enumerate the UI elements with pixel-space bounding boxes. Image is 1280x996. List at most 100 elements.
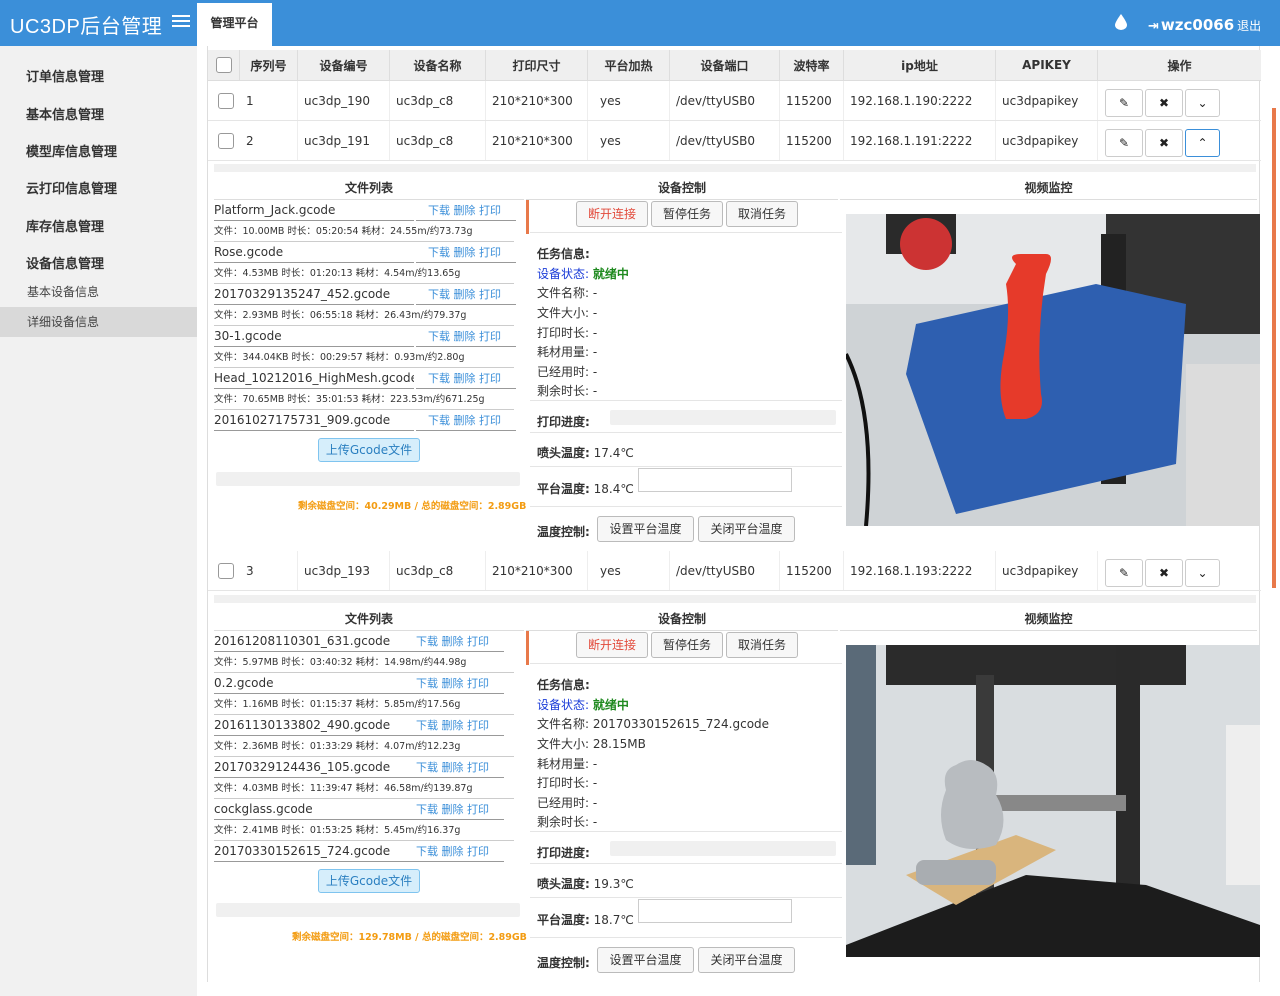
pause-task-button[interactable]: 暂停任务	[651, 201, 723, 227]
file-name[interactable]: 0.2.gcode	[214, 673, 414, 694]
file-name[interactable]: Platform_Jack.gcode	[214, 200, 414, 221]
sidebar-sub-detail-device[interactable]: 详细设备信息	[0, 307, 197, 337]
file-actions[interactable]: 下载 删除 打印	[404, 757, 504, 778]
edit-button[interactable]: ✎	[1105, 129, 1143, 157]
sidebar-item-cloud-print[interactable]: 云打印信息管理	[26, 178, 117, 197]
disconnect-button[interactable]: 断开连接	[576, 632, 648, 658]
logout-link[interactable]: 退出	[1237, 19, 1261, 33]
sidebar-item-orders[interactable]: 订单信息管理	[26, 66, 104, 85]
cell-ip: 192.168.1.191:2222	[844, 121, 996, 160]
row-checkbox-cell	[208, 121, 240, 160]
tab-management[interactable]: 管理平台	[197, 3, 272, 46]
delete-button[interactable]: ✖	[1145, 559, 1183, 587]
file-actions[interactable]: 下载 删除 打印	[416, 326, 516, 347]
select-all-checkbox[interactable]	[215, 57, 232, 73]
edit-icon: ✎	[1118, 96, 1130, 110]
file-name[interactable]: 20170329124436_105.gcode	[214, 757, 414, 778]
cancel-task-button[interactable]: 取消任务	[726, 201, 798, 227]
info-line: 文件名称: 20170330152615_724.gcode	[537, 717, 770, 731]
close-icon: ✖	[1158, 136, 1170, 150]
file-name[interactable]: 20170330152615_724.gcode	[214, 841, 414, 862]
close-bed-temp-button[interactable]: 关闭平台温度	[698, 947, 795, 973]
set-bed-temp-button[interactable]: 设置平台温度	[597, 516, 694, 542]
file-name[interactable]: 20161130133802_490.gcode	[214, 715, 414, 736]
cell-apikey: uc3dpapikey	[996, 81, 1098, 120]
table-header: 序列号 设备编号 设备名称 打印尺寸 平台加热 设备端口 波特率 ip地址 AP…	[208, 50, 1261, 81]
divider	[530, 897, 842, 898]
info-line: 文件大小: -	[537, 306, 598, 320]
row-checkbox[interactable]	[218, 562, 234, 579]
cell-ip: 192.168.1.193:2222	[844, 551, 996, 590]
file-info: 文件：344.04KB 时长：00:29:57 耗材：0.93m/约2.80g	[214, 347, 514, 368]
file-name[interactable]: Head_10212016_HighMesh.gcode	[214, 368, 414, 389]
edit-button[interactable]: ✎	[1105, 559, 1143, 587]
col-header-bed-heat: 平台加热	[588, 50, 670, 80]
sidebar-item-models[interactable]: 模型库信息管理	[26, 141, 117, 160]
bed-temp-input[interactable]	[638, 899, 792, 923]
menu-icon[interactable]	[172, 12, 190, 30]
upload-gcode-button[interactable]: 上传Gcode文件	[318, 869, 420, 893]
file-info: 文件：2.41MB 时长：01:53:25 耗材：5.45m/约16.37g	[214, 820, 514, 841]
file-actions[interactable]: 下载 删除 打印	[404, 841, 504, 862]
row-checkbox[interactable]	[218, 92, 234, 109]
set-bed-temp-button[interactable]: 设置平台温度	[597, 947, 694, 973]
user-area[interactable]: ⇥ wzc0066 退出	[1148, 16, 1261, 34]
sidebar-item-inventory[interactable]: 库存信息管理	[26, 216, 104, 235]
brand-title: UC3DP后台管理	[10, 16, 163, 38]
file-actions[interactable]: 下载 删除 打印	[404, 631, 504, 652]
expand-button[interactable]: ⌄	[1185, 559, 1220, 587]
divider	[530, 663, 842, 664]
divider	[530, 506, 842, 507]
cancel-task-button[interactable]: 取消任务	[726, 632, 798, 658]
file-actions[interactable]: 下载 删除 打印	[416, 410, 516, 431]
file-actions[interactable]: 下载 删除 打印	[416, 242, 516, 263]
file-name[interactable]: 20161027175731_909.gcode	[214, 410, 414, 431]
delete-button[interactable]: ✖	[1145, 89, 1183, 117]
edit-button[interactable]: ✎	[1105, 89, 1143, 117]
task-info-label: 任务信息:	[537, 247, 590, 261]
file-name[interactable]: Rose.gcode	[214, 242, 414, 263]
cell-device-id: uc3dp_190	[298, 81, 390, 120]
bed-temp-input[interactable]	[638, 468, 792, 492]
file-actions[interactable]: 下载 删除 打印	[416, 200, 516, 221]
collapse-button[interactable]: ⌃	[1185, 129, 1220, 157]
edit-icon: ✎	[1118, 136, 1130, 150]
col-header-serial: 序列号	[240, 50, 298, 80]
file-name[interactable]: cockglass.gcode	[214, 799, 414, 820]
delete-button[interactable]: ✖	[1145, 129, 1183, 157]
cell-print-size: 210*210*300	[486, 121, 588, 160]
upload-gcode-button[interactable]: 上传Gcode文件	[318, 438, 420, 462]
file-info: 文件：4.53MB 时长：01:20:13 耗材：4.54m/约13.65g	[214, 263, 514, 284]
info-line: 已经用时: -	[537, 365, 598, 379]
expand-button[interactable]: ⌄	[1185, 89, 1220, 117]
pause-task-button[interactable]: 暂停任务	[651, 632, 723, 658]
cell-apikey: uc3dpapikey	[996, 551, 1098, 590]
ctrl-title: 设备控制	[526, 607, 838, 631]
cell-bed-heat: yes	[588, 121, 670, 160]
file-name[interactable]: 20161208110301_631.gcode	[214, 631, 414, 652]
row-checkbox[interactable]	[218, 132, 234, 149]
sidebar-item-basic[interactable]: 基本信息管理	[26, 104, 104, 123]
file-info: 文件：70.65MB 时长：35:01:53 耗材：223.53m/约671.2…	[214, 389, 514, 410]
divider	[530, 937, 842, 938]
file-actions[interactable]: 下载 删除 打印	[416, 368, 516, 389]
file-actions[interactable]: 下载 删除 打印	[404, 715, 504, 736]
cell-device-name: uc3dp_c8	[390, 551, 486, 590]
file-info: 文件：5.97MB 时长：03:40:32 耗材：14.98m/约44.98g	[214, 652, 514, 673]
close-bed-temp-button[interactable]: 关闭平台温度	[698, 516, 795, 542]
file-actions[interactable]: 下载 删除 打印	[404, 799, 504, 820]
file-actions[interactable]: 下载 删除 打印	[416, 284, 516, 305]
file-name[interactable]: 30-1.gcode	[214, 326, 414, 347]
progress-label: 打印进度:	[537, 415, 590, 429]
cell-bed-heat: yes	[588, 551, 670, 590]
file-name[interactable]: 20170329135247_452.gcode	[214, 284, 414, 305]
disconnect-button[interactable]: 断开连接	[576, 201, 648, 227]
panel-divider	[526, 200, 529, 234]
col-header-device-name: 设备名称	[390, 50, 486, 80]
info-line: 打印时长: -	[537, 326, 598, 340]
sidebar-item-devices[interactable]: 设备信息管理	[26, 253, 104, 272]
file-actions[interactable]: 下载 删除 打印	[404, 673, 504, 694]
sidebar-sub-basic-device[interactable]: 基本设备信息	[0, 277, 197, 307]
col-header-apikey: APIKEY	[996, 50, 1098, 80]
page-scrollbar[interactable]	[1272, 108, 1276, 588]
